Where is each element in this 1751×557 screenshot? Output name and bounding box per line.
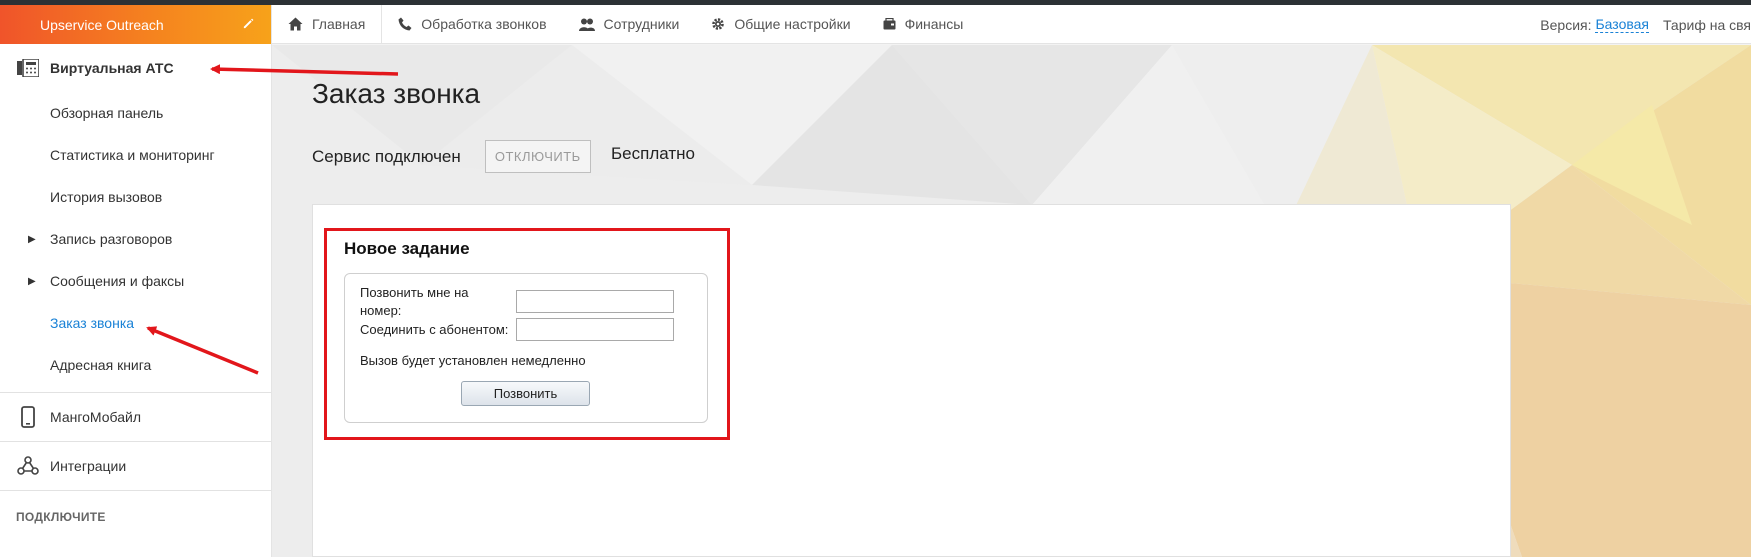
sidebar-item-dashboard[interactable]: Обзорная панель	[0, 92, 271, 134]
call-note: Вызов будет установлен немедленно	[360, 353, 586, 368]
connect-section-label: ПОДКЛЮЧИТЕ	[16, 510, 106, 524]
caret-right-icon: ▶	[28, 275, 36, 287]
sidebar-item-statistics[interactable]: Статистика и мониторинг	[0, 134, 271, 176]
new-task-title: Новое задание	[344, 239, 470, 258]
sidebar-item-call-recording[interactable]: ▶ Запись разговоров	[0, 218, 271, 260]
caret-right-icon: ▶	[28, 233, 36, 245]
call-me-label: Позвонить мне на номер:	[360, 285, 469, 318]
nav-label: Финансы	[904, 16, 964, 32]
pencil-icon[interactable]	[242, 17, 255, 33]
account-name: Upservice Outreach	[40, 16, 164, 33]
sidebar-item-address-book[interactable]: Адресная книга	[0, 344, 271, 386]
nav-label: Сотрудники	[603, 16, 680, 32]
nav-general-settings[interactable]: Общие настройки	[695, 5, 866, 44]
sidebar-group-integrations[interactable]: Интеграции	[0, 442, 271, 490]
home-icon	[288, 17, 303, 31]
nav-finances[interactable]: Финансы	[867, 5, 980, 44]
new-task-frame: Новое задание Позвонить мне на номер: Со…	[324, 228, 730, 440]
sidebar-group-mangomobile[interactable]: МангоМобайл	[0, 393, 271, 441]
nav-home[interactable]: Главная	[272, 5, 381, 44]
integrations-icon	[16, 455, 40, 477]
connect-label: Соединить с абонентом:	[360, 322, 509, 337]
nav-call-processing[interactable]: Обработка звонков	[382, 5, 562, 44]
gear-icon	[711, 17, 725, 31]
account-header[interactable]: Upservice Outreach	[0, 5, 271, 44]
callback-form: Позвонить мне на номер: Соединить с абон…	[344, 273, 708, 423]
sidebar-item-label: Заказ звонка	[50, 315, 135, 331]
sidebar-item-label: Сообщения и факсы	[50, 273, 185, 289]
sidebar-group-label: МангоМобайл	[50, 409, 141, 425]
wallet-icon	[883, 18, 896, 30]
sidebar-item-label: Запись разговоров	[50, 231, 173, 247]
tariff-label: Тариф на свя	[1663, 16, 1751, 33]
sidebar-item-label: Адресная книга	[50, 357, 152, 373]
nav-label: Общие настройки	[734, 16, 851, 32]
call-button[interactable]: Позвонить	[461, 381, 590, 406]
service-status: Сервис подключен	[312, 146, 461, 166]
version-link[interactable]: Базовая	[1595, 16, 1649, 33]
sidebar-item-call-history[interactable]: История вызовов	[0, 176, 271, 218]
sidebar-group-label: Интеграции	[50, 458, 127, 474]
version-label: Версия:	[1540, 16, 1592, 33]
sidebar-item-label: Обзорная панель	[50, 105, 164, 121]
sidebar: Upservice Outreach Виртуальная АТС Обзор…	[0, 5, 272, 557]
section-title: Виртуальная АТС	[50, 60, 174, 76]
service-status-row: Сервис подключен ОТКЛЮЧИТЬ	[312, 140, 591, 173]
sidebar-item-callback-order[interactable]: Заказ звонка	[0, 302, 271, 344]
disable-service-button[interactable]: ОТКЛЮЧИТЬ	[484, 140, 591, 173]
page-title: Заказ звонка	[312, 78, 481, 109]
pbx-icon	[16, 58, 40, 78]
connect-subscriber-input[interactable]	[516, 318, 674, 341]
sidebar-item-label: Статистика и мониторинг	[50, 147, 215, 163]
version-tariff-info: Версия: Базовая Тариф на свя	[1540, 5, 1751, 44]
top-navigation: Главная Обработка звонков Сотрудники Общ…	[272, 4, 1751, 44]
call-me-number-input[interactable]	[516, 290, 674, 313]
nav-employees[interactable]: Сотрудники	[563, 5, 696, 44]
section-virtual-pbx[interactable]: Виртуальная АТС	[0, 44, 271, 92]
sidebar-item-messages-faxes[interactable]: ▶ Сообщения и факсы	[0, 260, 271, 302]
phone-icon	[398, 17, 412, 31]
nav-label: Главная	[312, 16, 366, 32]
nav-label: Обработка звонков	[421, 16, 547, 32]
sidebar-item-label: История вызовов	[50, 189, 163, 205]
price-label: Бесплатно	[611, 144, 695, 163]
mobile-phone-icon	[16, 406, 40, 428]
users-icon	[578, 18, 595, 31]
